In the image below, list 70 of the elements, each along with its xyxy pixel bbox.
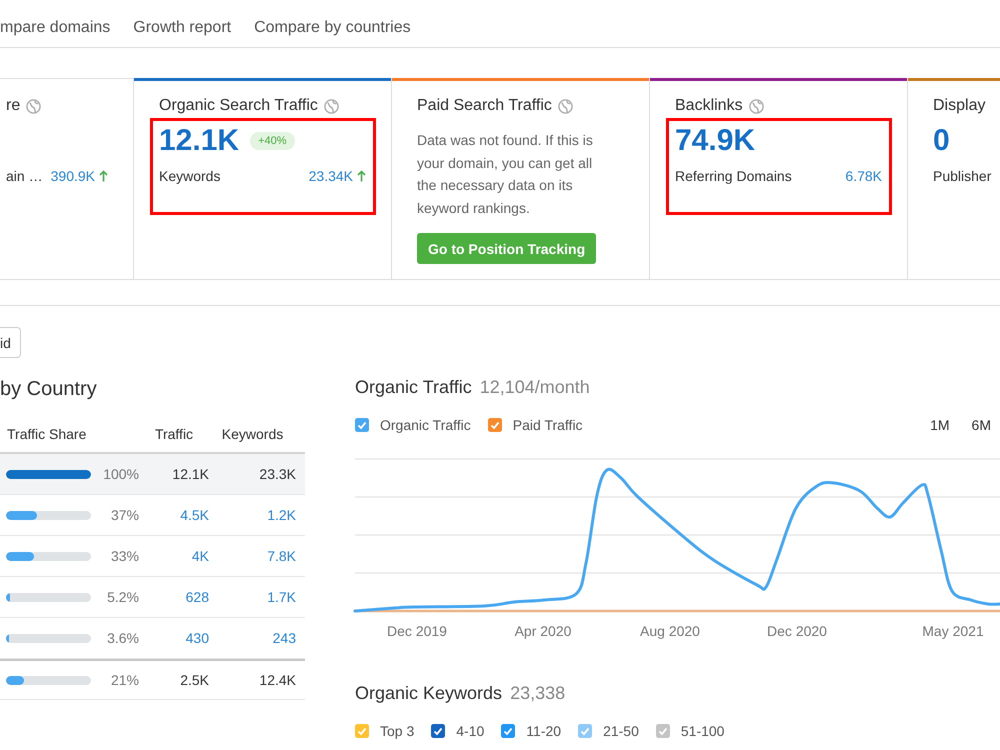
stat-value[interactable]: 6.78K xyxy=(845,167,882,185)
share-percent: 5.2% xyxy=(106,589,139,605)
nav-tab[interactable]: mpare domains xyxy=(0,19,110,37)
card-title: Display xyxy=(933,97,986,115)
traffic-value[interactable]: 430 xyxy=(139,630,209,646)
legend-label: 51-100 xyxy=(680,723,724,739)
metric-value[interactable]: 0 xyxy=(933,124,950,158)
keywords-value[interactable]: 1.2K xyxy=(209,507,296,523)
legend-label: 21-50 xyxy=(603,723,639,739)
column-header: Traffic xyxy=(154,426,194,442)
keywords-value[interactable]: 1.7K xyxy=(209,589,296,605)
card-title: re xyxy=(6,97,20,115)
card-title: Organic Search Traffic xyxy=(159,97,318,115)
legend-label: Organic Traffic xyxy=(380,417,471,433)
stat-value[interactable]: 390.9K xyxy=(50,167,95,185)
nav-tab[interactable]: Compare by countries xyxy=(254,19,411,37)
section-summary: 12,104/month xyxy=(480,377,590,398)
legend-label: Paid Traffic xyxy=(512,417,583,433)
legend-checkbox[interactable] xyxy=(431,724,446,738)
keywords-value: 12.4K xyxy=(258,672,296,688)
share-percent: 21% xyxy=(110,672,139,688)
legend-checkbox[interactable] xyxy=(578,724,592,738)
axis-label: Dec 2019 xyxy=(387,623,447,639)
traffic-value[interactable]: 4.5K xyxy=(139,507,209,523)
metric-value[interactable]: 12.1K xyxy=(159,124,240,158)
legend-label: 4-10 xyxy=(456,723,484,739)
column-header: Traffic Share xyxy=(6,426,88,442)
axis-label: May 2021 xyxy=(922,623,984,639)
section-title: Organic Keywords xyxy=(355,683,502,704)
legend-label: Top 3 xyxy=(380,723,414,739)
change-badge: +40% xyxy=(250,132,295,150)
card-title: Backlinks xyxy=(675,97,743,115)
period-button[interactable]: 1M xyxy=(930,417,950,433)
share-percent: 100% xyxy=(102,466,139,482)
table-row[interactable]: 100% 12.1K 23.3K xyxy=(0,454,305,495)
legend-checkbox[interactable] xyxy=(501,724,516,738)
axis-label: Apr 2020 xyxy=(514,623,572,639)
legend-checkbox[interactable] xyxy=(656,724,670,738)
section-title: Organic Traffic xyxy=(355,377,472,398)
share-percent: 33% xyxy=(110,548,139,564)
traffic-value: 2.5K xyxy=(179,672,209,688)
keywords-value: 23.3K xyxy=(258,466,296,482)
column-header: Keywords xyxy=(220,426,284,442)
axis-label: Dec 2020 xyxy=(767,623,827,639)
legend-label: 11-20 xyxy=(526,723,562,739)
section-summary: 23,338 xyxy=(510,683,566,704)
share-percent: 3.6% xyxy=(106,630,139,646)
nav-tab[interactable]: Growth report xyxy=(133,19,232,37)
card-title: Paid Search Traffic xyxy=(417,97,552,115)
section-title: by Country xyxy=(0,377,98,401)
legend-checkbox[interactable] xyxy=(488,418,502,432)
stat-label: Keywords xyxy=(159,167,220,185)
share-percent: 37% xyxy=(110,507,139,523)
filter-button[interactable]: id xyxy=(0,327,21,358)
traffic-value[interactable]: 4K xyxy=(139,548,209,564)
traffic-value: 12.1K xyxy=(171,466,209,482)
stat-label: Referring Domains xyxy=(675,167,792,185)
stat-label: Publisher xyxy=(933,167,992,185)
position-tracking-button[interactable]: Go to Position Tracking xyxy=(417,233,596,264)
traffic-value[interactable]: 628 xyxy=(139,589,209,605)
legend-checkbox[interactable] xyxy=(355,418,369,432)
keywords-value[interactable]: 7.8K xyxy=(209,548,296,564)
keywords-value[interactable]: 243 xyxy=(209,630,296,646)
metric-value[interactable]: 74.9K xyxy=(675,124,756,158)
table-row[interactable]: 21% 2.5K 12.4K xyxy=(0,659,305,700)
period-button[interactable]: 6M xyxy=(972,417,991,433)
stat-value[interactable]: 23.34K xyxy=(308,167,353,185)
message-text: Data was not found. If this is your domain, you can get all the necessary data on its keyword rankings. xyxy=(417,131,594,218)
axis-label: Aug 2020 xyxy=(640,623,700,639)
stat-label: ain … xyxy=(6,167,43,185)
